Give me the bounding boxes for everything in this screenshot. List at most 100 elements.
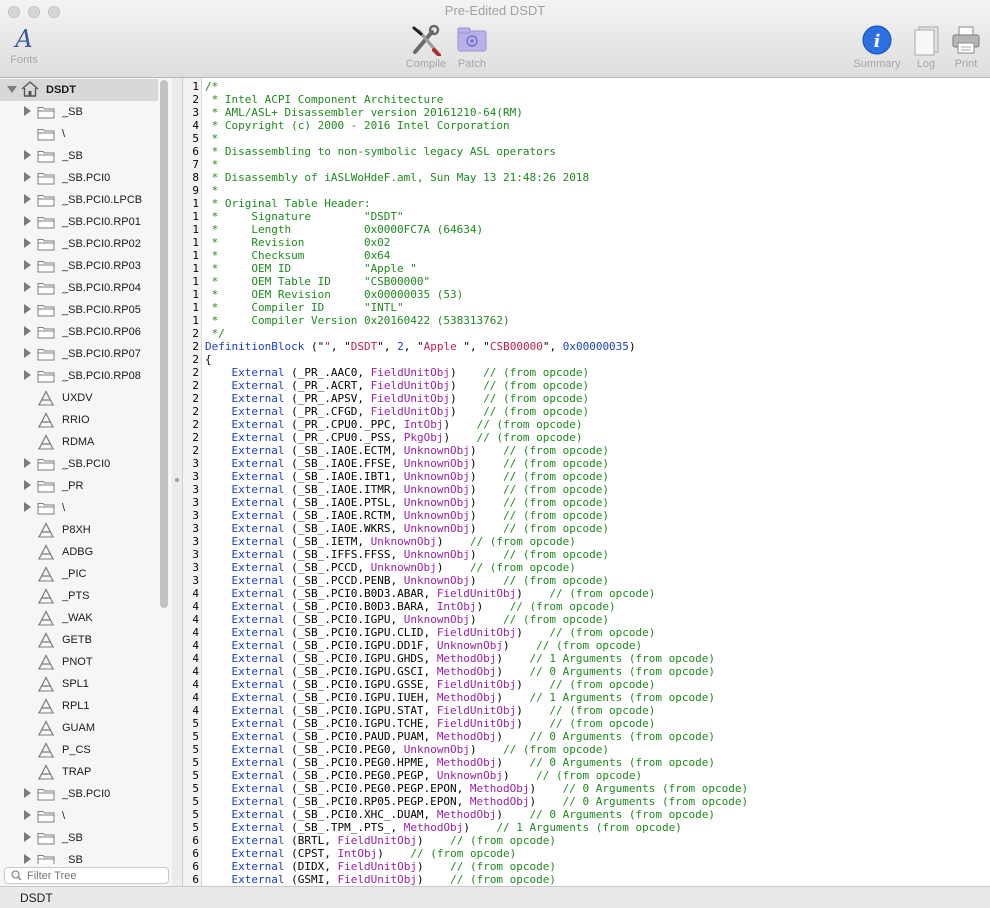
tree-item[interactable]: _SB.PCI0.RP08 bbox=[0, 365, 158, 387]
filter-input[interactable] bbox=[27, 869, 162, 882]
code-line[interactable]: External (_PR_.AAC0, FieldUnitObj) // (f… bbox=[205, 366, 590, 379]
disclosure-triangle-icon[interactable] bbox=[24, 480, 31, 490]
code-line[interactable]: * Revision 0x02 bbox=[205, 236, 391, 249]
disclosure-triangle-icon[interactable] bbox=[24, 172, 31, 182]
print-button[interactable]: Print bbox=[948, 24, 984, 70]
code-line[interactable]: External (_PR_.APSV, FieldUnitObj) // (f… bbox=[205, 392, 590, 405]
tree-item[interactable]: PNOT bbox=[0, 651, 158, 673]
code-line[interactable]: External (_SB_.PCI0.IGPU, UnknownObj) //… bbox=[205, 613, 610, 626]
code-line[interactable]: External (_SB_.PCI0.IGPU.STAT, FieldUnit… bbox=[205, 704, 656, 717]
tree-item[interactable]: _SB.PCI0.RP07 bbox=[0, 343, 158, 365]
code-line[interactable]: External (_SB_.IAOE.FFSE, UnknownObj) //… bbox=[205, 457, 610, 470]
code-line[interactable]: External (_PR_.CPU0._PSS, PkgObj) // (fr… bbox=[205, 431, 583, 444]
tree-item[interactable]: _SB bbox=[0, 849, 158, 864]
tree-item[interactable]: _SB.PCI0.LPCB bbox=[0, 189, 158, 211]
code-line[interactable]: External (_SB_.PCCD, UnknownObj) // (fro… bbox=[205, 561, 576, 574]
tree-root-dsdt[interactable]: DSDT bbox=[0, 79, 158, 101]
patch-button[interactable]: Patch bbox=[454, 24, 490, 70]
code-line[interactable]: External (_SB_.PCI0.IGPU.IUEH, MethodObj… bbox=[205, 691, 715, 704]
code-line[interactable]: External (_SB_.IAOE.RCTM, UnknownObj) //… bbox=[205, 509, 610, 522]
tree-item[interactable]: _SB.PCI0.RP02 bbox=[0, 233, 158, 255]
code-line[interactable]: External (_SB_.PCI0.IGPU.TCHE, FieldUnit… bbox=[205, 717, 656, 730]
tree-item[interactable]: _SB.PCI0.RP05 bbox=[0, 299, 158, 321]
code-line[interactable]: */ bbox=[205, 327, 225, 340]
disclosure-triangle-icon[interactable] bbox=[24, 260, 31, 270]
code-line[interactable]: * bbox=[205, 158, 219, 171]
tree-item[interactable]: P8XH bbox=[0, 519, 158, 541]
code-line[interactable]: External (_SB_.PCI0.IGPU.DD1F, UnknownOb… bbox=[205, 639, 643, 652]
disclosure-triangle-icon[interactable] bbox=[24, 326, 31, 336]
disclosure-triangle-icon[interactable] bbox=[24, 216, 31, 226]
code-line[interactable]: * Compiler Version 0x20160422 (538313762… bbox=[205, 314, 510, 327]
code-line[interactable]: * Copyright (c) 2000 - 2016 Intel Corpor… bbox=[205, 119, 510, 132]
code-line[interactable]: External (_SB_.IAOE.PTSL, UnknownObj) //… bbox=[205, 496, 610, 509]
code-line[interactable]: * Checksum 0x64 bbox=[205, 249, 391, 262]
tree-item[interactable]: RDMA bbox=[0, 431, 158, 453]
code-line[interactable]: External (_SB_.PCI0.B0D3.ABAR, FieldUnit… bbox=[205, 587, 656, 600]
code-line[interactable]: External (DIDX, FieldUnitObj) // (from o… bbox=[205, 860, 557, 873]
code-line[interactable]: * OEM Table ID "CSB00000" bbox=[205, 275, 431, 288]
tree-item[interactable]: ADBG bbox=[0, 541, 158, 563]
code-line[interactable]: * Disassembling to non-symbolic legacy A… bbox=[205, 145, 556, 158]
code-line[interactable]: * OEM ID "Apple " bbox=[205, 262, 417, 275]
tree-item[interactable]: RPL1 bbox=[0, 695, 158, 717]
code-line[interactable]: External (_PR_.ACRT, FieldUnitObj) // (f… bbox=[205, 379, 590, 392]
tree-item[interactable]: _SB.PCI0.RP01 bbox=[0, 211, 158, 233]
tree-item[interactable]: _SB bbox=[0, 145, 158, 167]
tree-item[interactable]: _SB.PCI0.RP04 bbox=[0, 277, 158, 299]
code-line[interactable]: External (_SB_.IAOE.IBT1, UnknownObj) //… bbox=[205, 470, 610, 483]
code-line[interactable]: External (_SB_.PCI0.B0D3.BARA, IntObj) /… bbox=[205, 600, 616, 613]
code-line[interactable]: External (_SB_.PCI0.IGPU.CLID, FieldUnit… bbox=[205, 626, 656, 639]
code-line[interactable]: /* bbox=[205, 80, 218, 93]
disclosure-triangle-icon[interactable] bbox=[24, 458, 31, 468]
code-line[interactable]: External (_SB_.IFFS.FFSS, UnknownObj) //… bbox=[205, 548, 610, 561]
tree-item[interactable]: TRAP bbox=[0, 761, 158, 783]
code-line[interactable]: External (GSMI, FieldUnitObj) // (from o… bbox=[205, 873, 557, 886]
summary-button[interactable]: i Summary bbox=[850, 24, 904, 70]
code-line[interactable]: { bbox=[205, 353, 212, 366]
divider-handle[interactable] bbox=[175, 478, 179, 482]
code-line[interactable]: External (_SB_.PCI0.PEG0.PEGP.EPON, Meth… bbox=[205, 782, 749, 795]
filter-field[interactable] bbox=[4, 867, 169, 884]
code-line[interactable]: External (_SB_.PCCD.PENB, UnknownObj) //… bbox=[205, 574, 610, 587]
code-line[interactable]: * bbox=[205, 132, 219, 145]
tree-item[interactable]: SPL1 bbox=[0, 673, 158, 695]
disclosure-triangle-icon[interactable] bbox=[24, 150, 31, 160]
code-line[interactable]: * bbox=[205, 184, 219, 197]
disclosure-triangle-icon[interactable] bbox=[24, 854, 31, 864]
code-editor[interactable]: 1234567891111111111222222222233333333334… bbox=[182, 78, 990, 886]
code-line[interactable]: * Original Table Header: bbox=[205, 197, 371, 210]
code-line[interactable]: * Disassembly of iASLWoHdeF.aml, Sun May… bbox=[205, 171, 590, 184]
tree-item[interactable]: \ bbox=[0, 497, 158, 519]
tree-item[interactable]: _WAK bbox=[0, 607, 158, 629]
code-line[interactable]: External (_SB_.PCI0.RP05.PEGP.EPON, Meth… bbox=[205, 795, 749, 808]
code-line[interactable]: DefinitionBlock ("", "DSDT", 2, "Apple "… bbox=[205, 340, 636, 353]
code-line[interactable]: External (BRTL, FieldUnitObj) // (from o… bbox=[205, 834, 557, 847]
disclosure-triangle-icon[interactable] bbox=[24, 106, 31, 116]
code-line[interactable]: * Compiler ID "INTL" bbox=[205, 301, 404, 314]
code-line[interactable]: External (_SB_.PCI0.IGPU.GSCI, MethodObj… bbox=[205, 665, 715, 678]
code-line[interactable]: External (_SB_.IAOE.ITMR, UnknownObj) //… bbox=[205, 483, 610, 496]
tree-item[interactable]: _SB bbox=[0, 101, 158, 123]
code-line[interactable]: External (CPST, IntObj) // (from opcode) bbox=[205, 847, 517, 860]
code-line[interactable]: * AML/ASL+ Disassembler version 20161210… bbox=[205, 106, 523, 119]
code-line[interactable]: * OEM Revision 0x00000035 (53) bbox=[205, 288, 464, 301]
log-button[interactable]: Log bbox=[908, 24, 944, 70]
code-line[interactable]: External (_SB_.TPM_.PTS_, MethodObj) // … bbox=[205, 821, 682, 834]
tree-item[interactable]: _SB.PCI0 bbox=[0, 167, 158, 189]
code-line[interactable]: External (_SB_.PCI0.PEG0.HPME, MethodObj… bbox=[205, 756, 715, 769]
sidebar-scrollbar[interactable] bbox=[160, 80, 168, 608]
tree-item[interactable]: _PIC bbox=[0, 563, 158, 585]
disclosure-triangle-icon[interactable] bbox=[24, 788, 31, 798]
disclosure-triangle-icon[interactable] bbox=[24, 370, 31, 380]
tree-view[interactable]: DSDT _SB \ _SB _SB.PCI0 _SB.PCI0.LPCB _SB.PCI… bbox=[0, 78, 158, 864]
tree-item[interactable]: _SB bbox=[0, 827, 158, 849]
code-line[interactable]: * Signature "DSDT" bbox=[205, 210, 404, 223]
code-line[interactable]: External (_PR_.CFGD, FieldUnitObj) // (f… bbox=[205, 405, 590, 418]
disclosure-triangle-icon[interactable] bbox=[24, 304, 31, 314]
code-line[interactable]: External (_SB_.PCI0.PEG0, UnknownObj) //… bbox=[205, 743, 610, 756]
split-view-divider[interactable] bbox=[172, 78, 182, 886]
tree-item[interactable]: _SB.PCI0.RP03 bbox=[0, 255, 158, 277]
tree-item[interactable]: UXDV bbox=[0, 387, 158, 409]
fonts-button[interactable]: A Fonts bbox=[6, 24, 42, 66]
